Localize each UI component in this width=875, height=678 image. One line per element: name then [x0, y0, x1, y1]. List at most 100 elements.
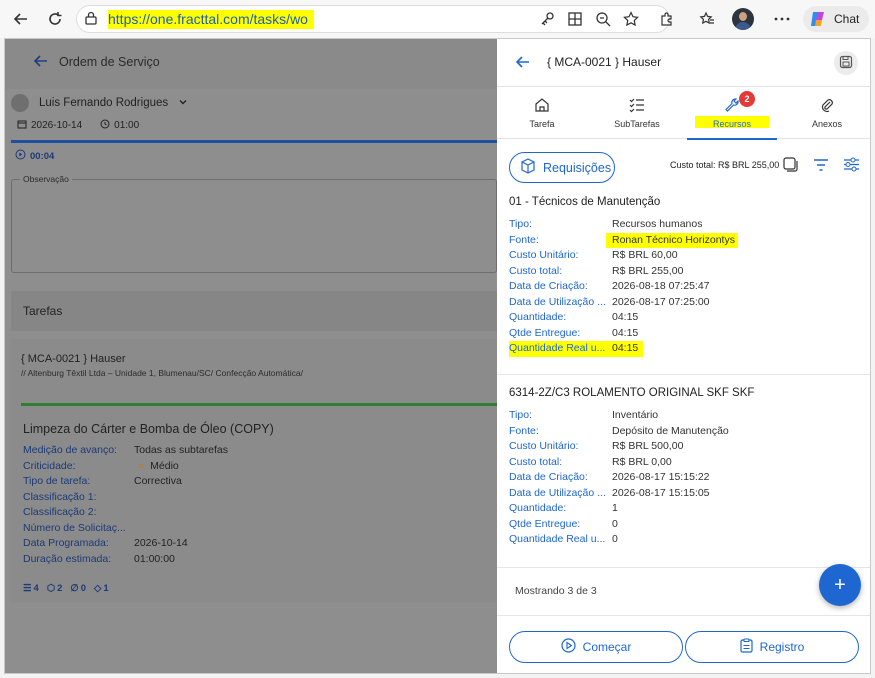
browser-toolbar: https://one.fracttal.com/tasks/wo Chat: [0, 0, 875, 38]
resources-count: 2: [57, 583, 63, 594]
detail-row: Qtde Entregue: 0: [509, 517, 618, 530]
active-tab-indicator: [687, 138, 777, 140]
field-row: Data Programada: 2026-10-14: [23, 537, 188, 549]
work-order-meta: 2026-10-14 01:00: [17, 119, 139, 132]
resource-title: 6314-2Z/C3 ROLAMENTO ORIGINAL SKF SKF: [509, 387, 755, 399]
task-stats: ☰ 4 ⬡ 2 ∅ 0 ◇ 1: [23, 583, 109, 594]
chat-label: Chat: [834, 12, 860, 26]
register-label: Registro: [759, 640, 805, 654]
plus-icon: +: [834, 573, 846, 596]
page-title: Ordem de Serviço: [59, 55, 160, 69]
user-name: Luis Fernando Rodrigues: [39, 97, 169, 109]
resource-details: Tipo: Inventário Fonte: Depósito de Manute…: [509, 408, 729, 548]
start-label: Começar: [582, 640, 632, 654]
tab-label: SubTarefas: [614, 119, 660, 129]
tab-tarefa[interactable]: Tarefa: [497, 87, 587, 139]
drawer-header: { MCA-0021 } Hauser: [497, 39, 870, 87]
detail-row: Data de Criação: 2026-08-17 15:15:22: [509, 471, 710, 483]
tasks-title: Tarefas: [23, 304, 63, 318]
user-selector[interactable]: Luis Fernando Rodrigues: [11, 94, 188, 112]
duration: 01:00: [114, 120, 140, 131]
chevron-down-icon: [178, 97, 188, 110]
detail-row: Custo Unitário: R$ BRL 500,00: [509, 440, 684, 452]
detail-row: Custo total: R$ BRL 0,00: [509, 455, 672, 468]
drawer-title: { MCA-0021 } Hauser: [547, 55, 662, 69]
key-icon[interactable]: [536, 8, 558, 30]
resource-card[interactable]: 01 - Técnicos de Manutenção Tipo: Recurso…: [497, 196, 870, 372]
field-row: Classificação 1:: [23, 490, 97, 503]
avatar: [11, 94, 29, 112]
task-status-bar: [21, 403, 497, 406]
divider: [497, 615, 870, 616]
favorites-icon[interactable]: [696, 8, 718, 30]
more-menu-icon[interactable]: [771, 8, 793, 30]
apps-icon[interactable]: [564, 8, 586, 30]
subtasks-count: 4: [33, 583, 39, 594]
start-button[interactable]: Começar: [509, 631, 683, 663]
zoom-icon[interactable]: [592, 8, 614, 30]
priority-icon: =: [138, 459, 145, 472]
filter-icon[interactable]: [813, 157, 829, 175]
attachment-icon: ∅: [70, 583, 79, 594]
calendar-icon: [17, 119, 27, 132]
tab-anexos[interactable]: Anexos: [782, 87, 870, 139]
drawer-tabs: Tarefa SubTarefas 2 Recursos Anexos: [497, 87, 870, 140]
play-icon: [15, 149, 26, 163]
copilot-icon: [808, 9, 828, 29]
profile-avatar[interactable]: [732, 8, 754, 30]
wrench-icon: [687, 97, 777, 113]
field-row: Criticidade: = Médio: [23, 459, 228, 475]
field-row: Tipo de tarefa: Correctiva: [23, 475, 182, 487]
resources-drawer: { MCA-0021 } Hauser Tarefa SubTarefas 2 …: [497, 39, 870, 673]
favorite-star-icon[interactable]: [620, 8, 642, 30]
detail-row: Quantidade Real u... 0: [509, 533, 618, 545]
package-icon: [520, 158, 536, 177]
copy-icon[interactable]: [783, 157, 798, 175]
detail-row: Quantidade: 1: [509, 502, 618, 514]
detail-row: Custo total: R$ BRL 255,00: [509, 264, 684, 277]
detail-row: Tipo: Inventário: [509, 409, 659, 421]
add-resource-button[interactable]: +: [819, 564, 861, 606]
detail-row: Data de Utilização ... 2026-08-17 07:25:0…: [509, 295, 710, 308]
divider: [497, 374, 870, 375]
checklist-icon: [592, 97, 682, 113]
requisicoes-button[interactable]: Requisições: [509, 152, 615, 183]
observation-field[interactable]: Observação: [11, 174, 497, 273]
requisicoes-label: Requisições: [543, 160, 612, 175]
checklist-icon: ☰: [23, 583, 32, 594]
save-button[interactable]: [834, 51, 858, 75]
detail-row: Fonte: Depósito de Manutenção: [509, 424, 729, 437]
paperclip-icon: [782, 97, 870, 113]
task-asset: { MCA-0021 } Hauser: [21, 353, 126, 365]
tab-subtarefas[interactable]: SubTarefas: [592, 87, 682, 139]
attachments-count: 0: [80, 583, 86, 594]
box-icon: ⬡: [46, 583, 56, 594]
resource-card[interactable]: 6314-2Z/C3 ROLAMENTO ORIGINAL SKF SKF Ti…: [497, 387, 870, 557]
timer[interactable]: 00:04: [15, 149, 54, 163]
work-order-panel: Ordem de Serviço Luis Fernando Rodrigues…: [5, 39, 497, 673]
copilot-chat-button[interactable]: Chat: [803, 6, 869, 32]
url-text[interactable]: https://one.fracttal.com/tasks/wo: [108, 10, 314, 29]
home-icon: [497, 97, 587, 113]
back-arrow-icon[interactable]: [10, 8, 32, 30]
back-arrow-icon[interactable]: [515, 54, 531, 73]
task-card[interactable]: { MCA-0021 } Hauser // Altenburg Têxtil …: [11, 339, 497, 603]
register-button[interactable]: Registro: [685, 631, 859, 663]
progress-divider: [11, 140, 497, 143]
diamond-icon: ◇: [94, 583, 102, 594]
divider: [497, 567, 870, 568]
clipboard-icon: [740, 638, 753, 656]
refresh-icon[interactable]: [44, 8, 66, 30]
settings-sliders-icon[interactable]: [843, 157, 860, 175]
task-fields: Medição de avanço: Todas as subtarefas Cr…: [23, 443, 228, 567]
tab-recursos[interactable]: 2 Recursos: [687, 87, 777, 140]
detail-row: Data de Utilização ... 2026-08-17 15:15:0…: [509, 486, 710, 499]
resource-details: Tipo: Recursos humanos Fonte: Ronan Técnic…: [509, 217, 738, 357]
task-path: // Altenburg Têxtil Ltda – Unidade 1, Bl…: [21, 368, 303, 378]
back-arrow-icon[interactable]: [33, 53, 49, 72]
resources-badge: 2: [739, 91, 755, 107]
timer-value: 00:04: [30, 150, 55, 162]
lock-icon[interactable]: [84, 11, 98, 28]
detail-row: Quantidade Real u... 04:15: [509, 341, 643, 357]
extensions-icon[interactable]: [656, 8, 678, 30]
